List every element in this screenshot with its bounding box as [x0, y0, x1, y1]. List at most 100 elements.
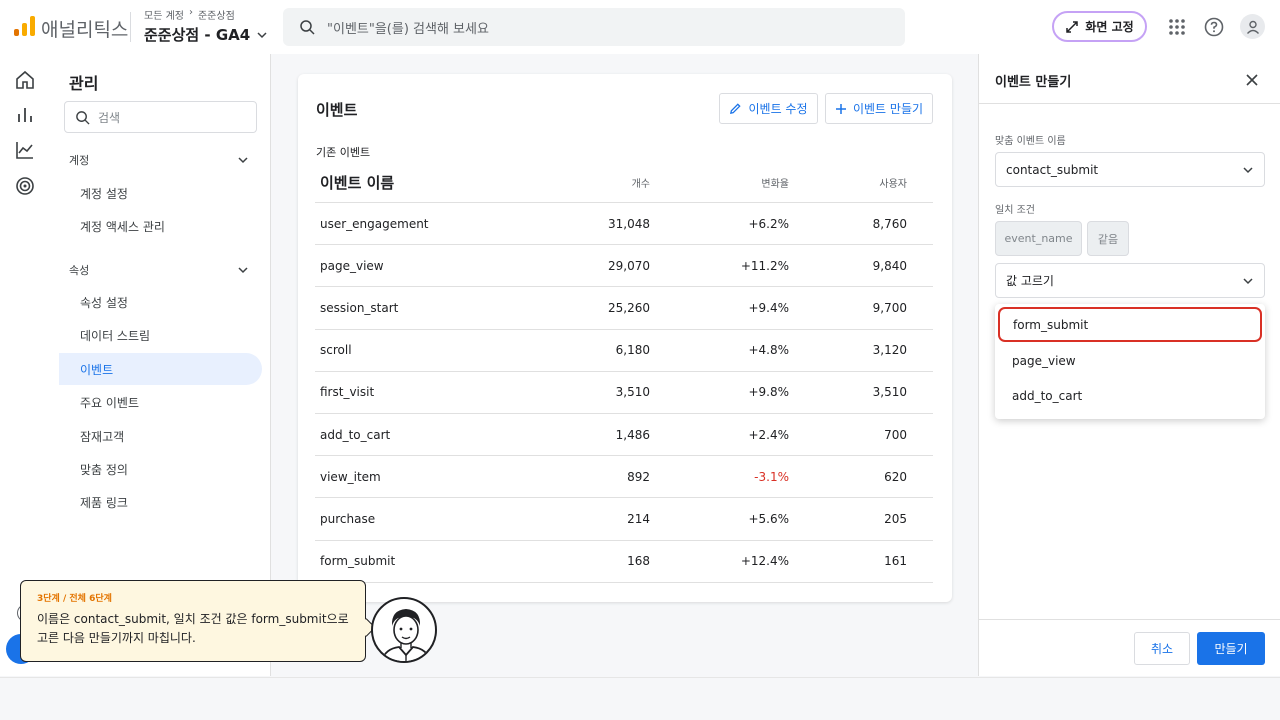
nav-item-label: 데이터 스트림 — [80, 328, 151, 343]
event-name: form_submit — [320, 554, 396, 569]
event-name: scroll — [320, 343, 352, 358]
event-users: 620 — [884, 469, 907, 484]
app-name: 애널리틱스 — [41, 19, 129, 41]
main-content: 이벤트 이벤트 수정 이벤트 만들기 기존 이벤트 이벤트 이름 개수 변화율 … — [272, 54, 977, 676]
event-change: -3.1% — [754, 469, 789, 484]
table-row[interactable]: session_start 25,260 +9.4% 9,700 — [315, 287, 933, 330]
chevron-up-icon — [238, 157, 248, 164]
event-change: +5.6% — [748, 511, 789, 526]
pin-screen-button[interactable]: 화면 고정 — [1052, 11, 1147, 42]
events-table: 이벤트 이름 개수 변화율 사용자 user_engagement 31,048… — [315, 163, 933, 583]
global-search-input[interactable]: "이벤트"을(를) 검색해 보세요 — [283, 8, 905, 46]
page-title: 이벤트 — [316, 101, 358, 119]
create-event-panel: 이벤트 만들기 맞춤 이벤트 이름 contact_submit 일치 조건 e… — [978, 54, 1280, 676]
table-row[interactable]: page_view 29,070 +11.2% 9,840 — [315, 245, 933, 288]
account-avatar[interactable] — [1240, 14, 1265, 39]
nav-item-label: 주요 이벤트 — [80, 395, 140, 410]
column-header-users[interactable]: 사용자 — [789, 175, 907, 190]
nav-search-placeholder: 검색 — [98, 110, 121, 125]
existing-events-heading: 기존 이벤트 — [316, 146, 371, 159]
close-icon[interactable] — [1243, 71, 1261, 89]
event-count: 25,260 — [608, 300, 650, 315]
event-count: 168 — [627, 554, 650, 569]
column-header-name[interactable]: 이벤트 이름 — [315, 172, 535, 193]
event-users: 9,840 — [872, 258, 907, 273]
property-name: 준준상점 - GA4 — [144, 26, 251, 44]
option-page-view[interactable]: page_view — [995, 343, 1265, 378]
option-add-to-cart[interactable]: add_to_cart — [995, 378, 1265, 413]
help-icon[interactable] — [1202, 15, 1226, 39]
table-row[interactable]: form_submit 168 +12.4% 161 — [315, 541, 933, 583]
nav-item-custom-definitions[interactable]: 맞춤 정의 — [59, 453, 262, 485]
nav-item-events[interactable]: 이벤트 — [59, 353, 262, 385]
nav-item-account-settings[interactable]: 계정 설정 — [59, 177, 262, 209]
breadcrumb-account[interactable]: 모든 계정 — [144, 7, 184, 22]
tour-step-indicator: 3단계 / 전체 6단계 — [37, 594, 112, 604]
tour-message: 이름은 contact_submit, 일치 조건 값은 form_submit… — [37, 612, 349, 645]
nav-item-label: 잠재고객 — [80, 429, 125, 444]
table-row[interactable]: first_visit 3,510 +9.8% 3,510 — [315, 372, 933, 414]
nav-item-data-streams[interactable]: 데이터 스트림 — [59, 319, 262, 351]
event-count: 29,070 — [608, 258, 650, 273]
event-count: 214 — [627, 511, 650, 526]
property-selector[interactable]: 준준상점 - GA4 — [144, 24, 268, 45]
top-bar: 애널리틱스 모든 계정 › 준준상점 준준상점 - GA4 "이벤트"을(를) … — [0, 0, 1280, 54]
apps-grid-icon[interactable] — [1165, 15, 1189, 39]
event-name: page_view — [320, 258, 384, 273]
nav-item-label: 이벤트 — [80, 362, 114, 377]
create-button[interactable]: 만들기 — [1197, 632, 1265, 665]
search-icon — [76, 110, 90, 125]
nav-title: 관리 — [69, 74, 99, 93]
condition-value-select[interactable]: 값 고르기 — [995, 263, 1265, 298]
event-name: purchase — [320, 511, 376, 526]
nav-search-input[interactable]: 검색 — [64, 101, 257, 133]
nav-item-label: 계정 설정 — [80, 186, 128, 201]
home-icon[interactable] — [14, 69, 36, 91]
nav-item-product-links[interactable]: 제품 링크 — [59, 486, 262, 518]
explore-icon[interactable] — [14, 139, 36, 161]
panel-title: 이벤트 만들기 — [995, 75, 1072, 90]
event-change: +9.8% — [748, 385, 789, 400]
global-search-placeholder: "이벤트"을(를) 검색해 보세요 — [327, 21, 489, 37]
table-row[interactable]: purchase 214 +5.6% 205 — [315, 498, 933, 541]
expand-icon — [1066, 20, 1079, 33]
breadcrumb[interactable]: 모든 계정 › 준준상점 — [144, 7, 235, 22]
table-row[interactable]: add_to_cart 1,486 +2.4% 700 — [315, 414, 933, 457]
analytics-logo-icon[interactable] — [14, 16, 35, 36]
table-row[interactable]: scroll 6,180 +4.8% 3,120 — [315, 330, 933, 372]
create-event-button[interactable]: 이벤트 만들기 — [825, 93, 933, 124]
event-change: +4.8% — [748, 343, 789, 358]
advertising-icon[interactable] — [14, 175, 36, 197]
pin-screen-label: 화면 고정 — [1085, 20, 1134, 34]
event-count: 1,486 — [615, 427, 650, 442]
nav-item-account-access[interactable]: 계정 액세스 관리 — [59, 210, 262, 242]
user-icon — [1246, 20, 1259, 34]
nav-item-audiences[interactable]: 잠재고객 — [59, 420, 262, 452]
event-change: +9.4% — [748, 300, 789, 315]
breadcrumb-property[interactable]: 준준상점 — [198, 7, 235, 22]
custom-event-name-select[interactable]: contact_submit — [995, 152, 1265, 187]
nav-item-label: 제품 링크 — [80, 495, 128, 510]
column-header-count[interactable]: 개수 — [535, 175, 650, 190]
column-header-change[interactable]: 변화율 — [650, 175, 789, 190]
table-row[interactable]: view_item 892 -3.1% 620 — [315, 456, 933, 499]
nav-section-account[interactable]: 계정 — [69, 152, 249, 168]
panel-footer-divider — [979, 619, 1280, 620]
event-change: +11.2% — [740, 258, 789, 273]
nav-item-key-events[interactable]: 주요 이벤트 — [59, 386, 262, 418]
event-users: 9,700 — [872, 300, 907, 315]
guide-avatar-icon — [371, 597, 437, 663]
nav-item-label: 맞춤 정의 — [80, 462, 128, 477]
plus-icon — [835, 103, 846, 114]
events-card: 이벤트 이벤트 수정 이벤트 만들기 기존 이벤트 이벤트 이름 개수 변화율 … — [298, 74, 952, 602]
reports-icon[interactable] — [14, 104, 36, 126]
edit-event-button[interactable]: 이벤트 수정 — [719, 93, 818, 124]
nav-item-property-settings[interactable]: 속성 설정 — [59, 286, 262, 318]
table-row[interactable]: user_engagement 31,048 +6.2% 8,760 — [315, 203, 933, 246]
condition-value-placeholder: 값 고르기 — [1006, 274, 1054, 288]
nav-section-property[interactable]: 속성 — [69, 262, 249, 278]
pencil-icon — [730, 103, 742, 114]
cancel-button[interactable]: 취소 — [1134, 632, 1190, 665]
event-change: +12.4% — [740, 554, 789, 569]
option-form-submit[interactable]: form_submit — [998, 307, 1262, 342]
